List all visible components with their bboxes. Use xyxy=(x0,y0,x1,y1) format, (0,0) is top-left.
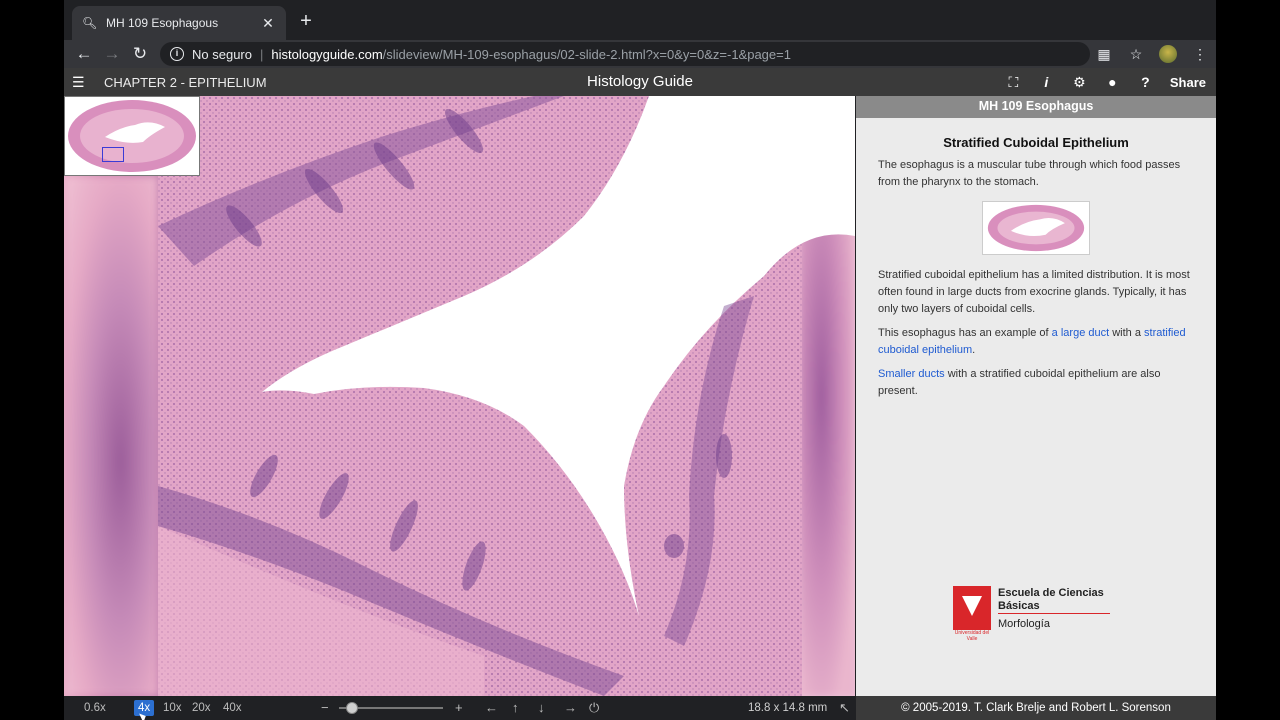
info-icon[interactable]: i xyxy=(170,47,184,61)
kebab-menu-icon[interactable]: ⋮ xyxy=(1184,40,1216,68)
collapse-arrow-icon[interactable]: ↖ xyxy=(839,700,850,716)
url-path: /slideview/MH-109-esophagus/02-slide-2.h… xyxy=(382,46,791,62)
browser-toolbar: ← → ↻ i No seguro | histologyguide.com/s… xyxy=(64,40,1216,68)
close-tab-icon[interactable]: ✕ xyxy=(260,15,276,31)
panel-paragraph-3: This esophagus has an example of a large… xyxy=(878,325,1194,359)
logo-department: Morfología xyxy=(998,618,1050,630)
logo-divider xyxy=(998,613,1110,614)
zoom-out-icon[interactable]: − xyxy=(321,700,329,716)
extension-icon[interactable] xyxy=(1159,45,1177,63)
site-header: ☰ CHAPTER 2 - EPITHELIUM Histology Guide… xyxy=(64,68,1216,96)
pan-up-icon[interactable]: ↑ xyxy=(512,700,519,716)
browser-window: 🔍︎ MH 109 Esophagous ✕ + ← → ↻ i No segu… xyxy=(64,0,1216,720)
university-logo[interactable]: Universidad del Valle Escuela de Ciencia… xyxy=(953,586,1113,646)
gear-icon[interactable]: ⚙ xyxy=(1063,74,1096,91)
header-actions: ⛶ i ⚙ ● ? Share xyxy=(997,68,1206,96)
slide-viewer[interactable] xyxy=(64,96,855,696)
fullscreen-icon[interactable]: ⛶ xyxy=(997,74,1030,91)
browser-tab[interactable]: 🔍︎ MH 109 Esophagous ✕ xyxy=(72,6,286,40)
scale-readout: 18.8 x 14.8 mm xyxy=(748,702,828,714)
zoom-10x-button[interactable]: 10x xyxy=(163,700,182,716)
panel-body: Stratified Cuboidal Epithelium The esoph… xyxy=(856,118,1216,400)
tab-strip: 🔍︎ MH 109 Esophagous ✕ + xyxy=(64,0,1216,40)
user-icon[interactable]: ● xyxy=(1096,74,1129,90)
panel-header: MH 109 Esophagus xyxy=(856,96,1216,118)
viewer-controls: 0.6x 4x 10x 20x 40x − + ← ↑ ↓ → ⏻ 18.8 x… xyxy=(64,696,855,720)
slide-thumbnail[interactable] xyxy=(982,201,1090,255)
url-host: histologyguide.com xyxy=(271,46,383,62)
panel-paragraph-2: Stratified cuboidal epithelium has a lim… xyxy=(878,269,1190,315)
para3-text-end: . xyxy=(972,344,976,356)
info-icon[interactable]: i xyxy=(1030,74,1063,90)
new-tab-button[interactable]: + xyxy=(296,11,316,31)
panel-paragraph-1: The esophagus is a muscular tube through… xyxy=(878,159,1181,188)
panel-paragraph-4: Smaller ducts with a stratified cuboidal… xyxy=(878,366,1194,400)
forward-icon[interactable]: → xyxy=(98,40,126,68)
zoom-20x-button[interactable]: 20x xyxy=(192,700,211,716)
toolbar-actions: ▦ ☆ ⋮ xyxy=(1088,40,1216,68)
pan-left-icon[interactable]: ← xyxy=(485,700,498,716)
tissue-image xyxy=(158,96,855,696)
pan-right-icon[interactable]: → xyxy=(564,700,577,716)
minimap-viewport[interactable] xyxy=(102,147,124,162)
back-icon[interactable]: ← xyxy=(70,40,98,68)
slide-minimap[interactable] xyxy=(64,96,200,176)
large-duct-link[interactable]: a large duct xyxy=(1052,327,1109,339)
panel-heading: Stratified Cuboidal Epithelium xyxy=(943,135,1129,150)
zoom-0-6x-button[interactable]: 0.6x xyxy=(84,700,106,716)
separator: | xyxy=(259,46,264,62)
univalle-emblem-icon xyxy=(953,586,991,630)
tab-title: MH 109 Esophagous xyxy=(106,16,219,30)
star-icon[interactable]: ☆ xyxy=(1120,40,1152,68)
minimap-thumbnail xyxy=(68,100,196,172)
power-icon[interactable]: ⏻ xyxy=(589,700,599,716)
smaller-ducts-link[interactable]: Smaller ducts xyxy=(878,368,945,380)
translate-icon[interactable]: ▦ xyxy=(1088,40,1120,68)
copyright-footer: © 2005-2019. T. Clark Brelje and Robert … xyxy=(856,696,1216,720)
search-icon: 🔍︎ xyxy=(82,16,98,30)
address-bar[interactable]: i No seguro | histologyguide.com/slidevi… xyxy=(160,42,1090,66)
logo-school-name: Escuela de Ciencias Básicas xyxy=(998,587,1104,612)
zoom-in-icon[interactable]: + xyxy=(455,700,463,716)
info-panel: MH 109 Esophagus Stratified Cuboidal Epi… xyxy=(856,96,1216,696)
zoom-40x-button[interactable]: 40x xyxy=(223,700,242,716)
para3-text-start: This esophagus has an example of xyxy=(878,327,1052,339)
pan-down-icon[interactable]: ↓ xyxy=(538,700,545,716)
logo-university: Universidad del Valle xyxy=(954,630,990,642)
para3-text-mid: with a xyxy=(1109,327,1145,339)
reload-icon[interactable]: ↻ xyxy=(126,40,154,68)
security-label: No seguro xyxy=(192,46,252,62)
help-icon[interactable]: ? xyxy=(1129,74,1162,90)
share-button[interactable]: Share xyxy=(1170,75,1206,90)
zoom-slider-handle[interactable] xyxy=(346,702,358,714)
